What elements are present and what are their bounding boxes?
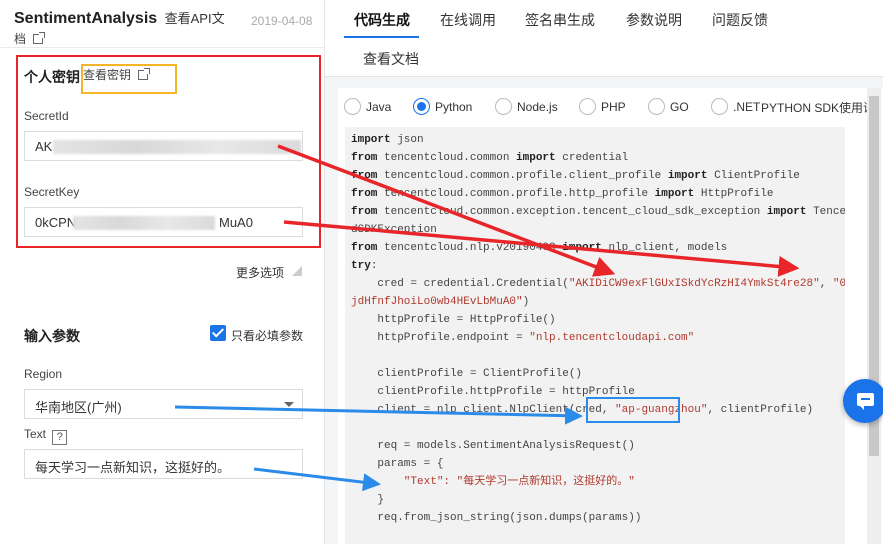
text-label: Text bbox=[24, 427, 47, 441]
api-date: 2019-04-08 bbox=[251, 14, 313, 28]
text-label-row: Text ? bbox=[24, 427, 68, 445]
code-line: httpProfile.endpoint = "nlp.tencentcloud… bbox=[351, 332, 695, 344]
text-value: 每天学习一点新知识，这挺好的。 bbox=[35, 460, 231, 475]
code-line: "Text": "每天学习一点新知识，这挺好的。" bbox=[351, 476, 635, 488]
view-docs-tab[interactable]: 查看文档 bbox=[363, 49, 419, 69]
code-line: try: bbox=[351, 260, 378, 272]
region-value: 华南地区(广州) bbox=[35, 400, 122, 415]
region-select[interactable]: 华南地区(广州) bbox=[24, 389, 303, 419]
code-line: clientProfile = ClientProfile() bbox=[351, 368, 583, 380]
code-card: Java Python Node.js PHP GO .NET PYTHON S… bbox=[338, 88, 883, 544]
required-only-label[interactable]: 只看必填参数 bbox=[231, 327, 303, 344]
app-root: SentimentAnalysis 查看API文 档 2019-04-08 个人… bbox=[0, 0, 883, 544]
api-doc-link-wrap[interactable]: 档 bbox=[14, 30, 46, 47]
code-line: req = models.SentimentAnalysisRequest() bbox=[351, 440, 635, 452]
code-block[interactable]: import json from tencentcloud.common imp… bbox=[345, 127, 845, 544]
language-selector: Java Python Node.js PHP GO .NET PYTHON S… bbox=[338, 98, 878, 118]
lang-radio-python[interactable]: Python bbox=[413, 98, 472, 116]
corner-triangle-icon bbox=[292, 266, 302, 276]
input-params-title: 输入参数 bbox=[24, 328, 80, 344]
region-label: Region bbox=[24, 367, 63, 381]
divider bbox=[0, 47, 325, 48]
blue-highlight-box bbox=[586, 397, 680, 423]
external-link-icon[interactable] bbox=[33, 32, 46, 44]
code-line: client = nlp_client.NlpClient(cred, "ap-… bbox=[351, 404, 814, 416]
code-line: import json bbox=[351, 134, 424, 146]
code-line: from tencentcloud.common.exception.tence… bbox=[351, 206, 845, 218]
chat-line bbox=[861, 398, 870, 400]
code-line: from tencentcloud.common.profile.http_pr… bbox=[351, 188, 774, 200]
tabs-bar: 代码生成 在线调用 签名串生成 参数说明 问题反馈 查看文档 bbox=[325, 0, 883, 77]
lang-radio-go[interactable]: GO bbox=[648, 98, 689, 116]
right-panel: 代码生成 在线调用 签名串生成 参数说明 问题反馈 查看文档 Java Pyth… bbox=[325, 0, 883, 544]
code-line: params = { bbox=[351, 458, 444, 470]
chat-button[interactable] bbox=[843, 379, 883, 423]
tab-feedback[interactable]: 问题反馈 bbox=[712, 10, 768, 30]
lang-radio-nodejs[interactable]: Node.js bbox=[495, 98, 558, 116]
yellow-highlight-box bbox=[81, 64, 177, 94]
api-doc-link-tail[interactable]: 档 bbox=[14, 32, 26, 46]
code-line: req.from_json_string(json.dumps(params)) bbox=[351, 512, 642, 524]
code-line: dSDKException bbox=[351, 224, 437, 236]
app-title: SentimentAnalysis bbox=[14, 10, 158, 27]
tab-online-call[interactable]: 在线调用 bbox=[440, 10, 496, 30]
code-line: } bbox=[351, 494, 385, 506]
more-options-button[interactable]: 更多选项 bbox=[236, 264, 284, 281]
code-line: from tencentcloud.common import credenti… bbox=[351, 152, 629, 164]
sdk-usage-link[interactable]: PYTHON SDK使用说明 bbox=[761, 99, 878, 116]
code-line: cred = credential.Credential("AKIDiCW9ex… bbox=[351, 278, 845, 290]
code-line: httpProfile = HttpProfile() bbox=[351, 314, 556, 326]
lang-radio-php[interactable]: PHP bbox=[579, 98, 626, 116]
lang-radio-dotnet[interactable]: .NET bbox=[711, 98, 760, 116]
scrollbar[interactable] bbox=[867, 88, 881, 544]
tab-params[interactable]: 参数说明 bbox=[626, 10, 682, 30]
help-icon[interactable]: ? bbox=[52, 430, 68, 445]
code-line: from tencentcloud.common.profile.client_… bbox=[351, 170, 800, 182]
api-doc-link[interactable]: 查看API文 bbox=[165, 11, 225, 26]
tab-signature[interactable]: 签名串生成 bbox=[525, 10, 595, 30]
required-only-checkbox[interactable] bbox=[210, 325, 226, 341]
code-line: jdHfnfJhoiLo0wb4HEvLbMuA0") bbox=[351, 296, 530, 308]
active-tab-indicator bbox=[344, 36, 419, 38]
text-input[interactable]: 每天学习一点新知识，这挺好的。 bbox=[24, 449, 303, 479]
lang-radio-java[interactable]: Java bbox=[344, 98, 391, 116]
code-line: from tencentcloud.nlp.v20190408 import n… bbox=[351, 242, 728, 254]
tab-code-gen[interactable]: 代码生成 bbox=[354, 10, 410, 30]
chevron-down-icon bbox=[284, 402, 294, 407]
